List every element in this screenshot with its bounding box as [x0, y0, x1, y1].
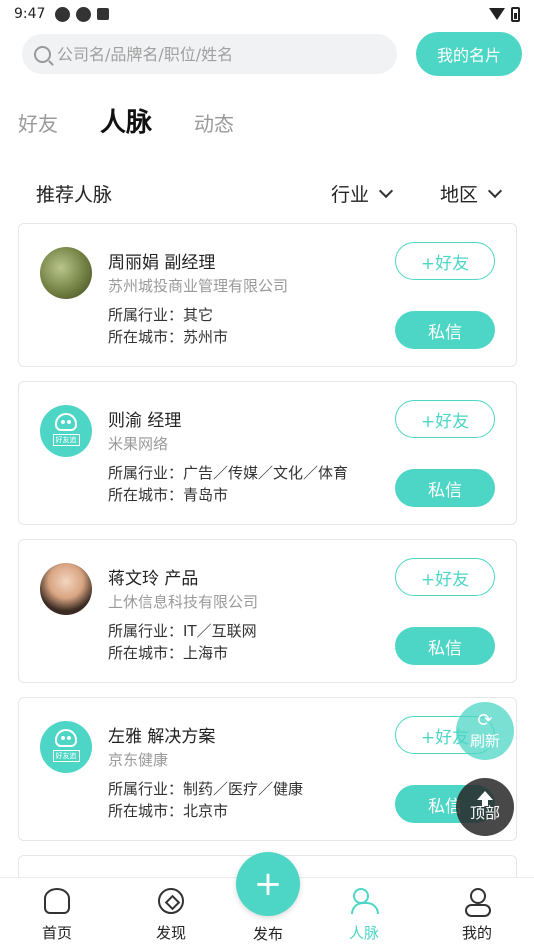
- refresh-button[interactable]: ⟳ 刷新: [456, 702, 514, 760]
- contact-industry: 所属行业：制药／医疗／健康: [108, 780, 304, 798]
- contact-name-title: 周丽娟 副经理: [108, 253, 216, 273]
- user-icon: [464, 888, 491, 917]
- section-title: 推荐人脉: [36, 184, 113, 206]
- plus-icon: +: [253, 864, 283, 904]
- nav-discover[interactable]: 发现: [136, 888, 206, 943]
- avatar[interactable]: [40, 247, 92, 299]
- contact-city: 所在城市：北京市: [108, 802, 229, 820]
- contact-city: 所在城市：苏州市: [108, 328, 229, 346]
- logo-text-mark: 好友追: [52, 433, 80, 446]
- avatar[interactable]: [40, 563, 92, 615]
- add-friend-button[interactable]: +好友: [395, 242, 495, 280]
- back-to-top-button[interactable]: 顶部: [456, 778, 514, 836]
- tab-friends[interactable]: 好友: [18, 108, 58, 137]
- contact-name-title: 左雅 解决方案: [108, 727, 216, 747]
- status-system-icons: [489, 6, 520, 22]
- contact-industry: 所属行业：IT／互联网: [108, 622, 257, 640]
- avatar[interactable]: 好友追: [40, 721, 92, 773]
- octopus-logo-icon: [55, 412, 77, 431]
- nav-connections[interactable]: 人脉: [329, 888, 399, 943]
- contact-company: 京东健康: [108, 751, 169, 769]
- nav-me[interactable]: 我的: [442, 888, 512, 943]
- contact-company: 苏州城投商业管理有限公司: [108, 277, 289, 295]
- contact-card[interactable]: 好友追 则渝 经理 米果网络 所属行业：广告／传媒／文化／体育 所在城市：青岛市…: [18, 381, 517, 525]
- compass-icon: [158, 888, 184, 914]
- refresh-label: 刷新: [469, 731, 500, 750]
- contact-city: 所在城市：上海市: [108, 644, 229, 662]
- people-icon: [351, 888, 379, 914]
- chevron-down-icon: [378, 183, 394, 198]
- publish-label: 发布: [252, 925, 283, 943]
- contact-card[interactable]: 周丽娟 副经理 苏州城投商业管理有限公司 所属行业：其它 所在城市：苏州市 +好…: [18, 223, 517, 367]
- contact-card[interactable]: 蒋文玲 产品 上休信息科技有限公司 所属行业：IT／互联网 所在城市：上海市 +…: [18, 539, 517, 683]
- search-icon: [34, 45, 51, 63]
- contact-city: 所在城市：青岛市: [108, 486, 229, 504]
- contact-name-title: 蒋文玲 产品: [108, 569, 199, 589]
- arrow-up-icon: [477, 791, 493, 806]
- contact-company: 上休信息科技有限公司: [108, 593, 259, 611]
- industry-dropdown[interactable]: 行业: [331, 180, 394, 207]
- nav-home[interactable]: 首页: [22, 888, 92, 943]
- my-card-button[interactable]: 我的名片: [416, 32, 522, 76]
- contact-company: 米果网络: [108, 435, 169, 453]
- contact-industry: 所属行业：广告／传媒／文化／体育: [108, 464, 349, 482]
- region-dropdown-label: 地区: [440, 184, 479, 206]
- status-notification-icons: [55, 6, 110, 22]
- chevron-down-icon: [487, 183, 503, 198]
- private-message-button[interactable]: 私信: [395, 627, 495, 665]
- industry-dropdown-label: 行业: [331, 184, 370, 206]
- status-time: 9:47: [14, 6, 46, 22]
- contact-name-title: 则渝 经理: [108, 411, 182, 431]
- status-bar: 9:47: [0, 0, 534, 28]
- app-notification-icon: [55, 6, 71, 22]
- app-notification-icon: [97, 8, 110, 20]
- search-bar[interactable]: [22, 34, 397, 74]
- nav-me-label: 我的: [461, 924, 492, 942]
- add-friend-button[interactable]: +好友: [395, 400, 495, 438]
- publish-button[interactable]: +: [236, 852, 300, 916]
- tab-bar: 好友 人脉 动态: [18, 102, 276, 139]
- region-dropdown[interactable]: 地区: [440, 180, 503, 207]
- filter-row: 推荐人脉 行业 地区: [0, 176, 534, 212]
- search-input[interactable]: [57, 44, 377, 64]
- octopus-logo-icon: [55, 728, 77, 747]
- nav-home-label: 首页: [41, 924, 72, 942]
- private-message-button[interactable]: 私信: [395, 469, 495, 507]
- battery-icon: [511, 6, 520, 22]
- private-message-button[interactable]: 私信: [395, 311, 495, 349]
- home-icon: [44, 888, 70, 914]
- nav-discover-label: 发现: [155, 924, 186, 942]
- tab-feed[interactable]: 动态: [194, 108, 234, 137]
- logo-text-mark: 好友追: [52, 749, 80, 762]
- nav-connections-label: 人脉: [348, 924, 379, 942]
- search-row: 我的名片: [0, 32, 534, 78]
- tab-connections[interactable]: 人脉: [100, 102, 152, 139]
- app-notification-icon: [76, 6, 92, 22]
- avatar[interactable]: 好友追: [40, 405, 92, 457]
- wifi-icon: [489, 8, 505, 20]
- contact-industry: 所属行业：其它: [108, 306, 214, 324]
- refresh-icon: ⟳: [477, 709, 493, 731]
- contact-card[interactable]: 好友追 左雅 解决方案 京东健康 所属行业：制药／医疗／健康 所在城市：北京市 …: [18, 697, 517, 841]
- add-friend-button[interactable]: +好友: [395, 558, 495, 596]
